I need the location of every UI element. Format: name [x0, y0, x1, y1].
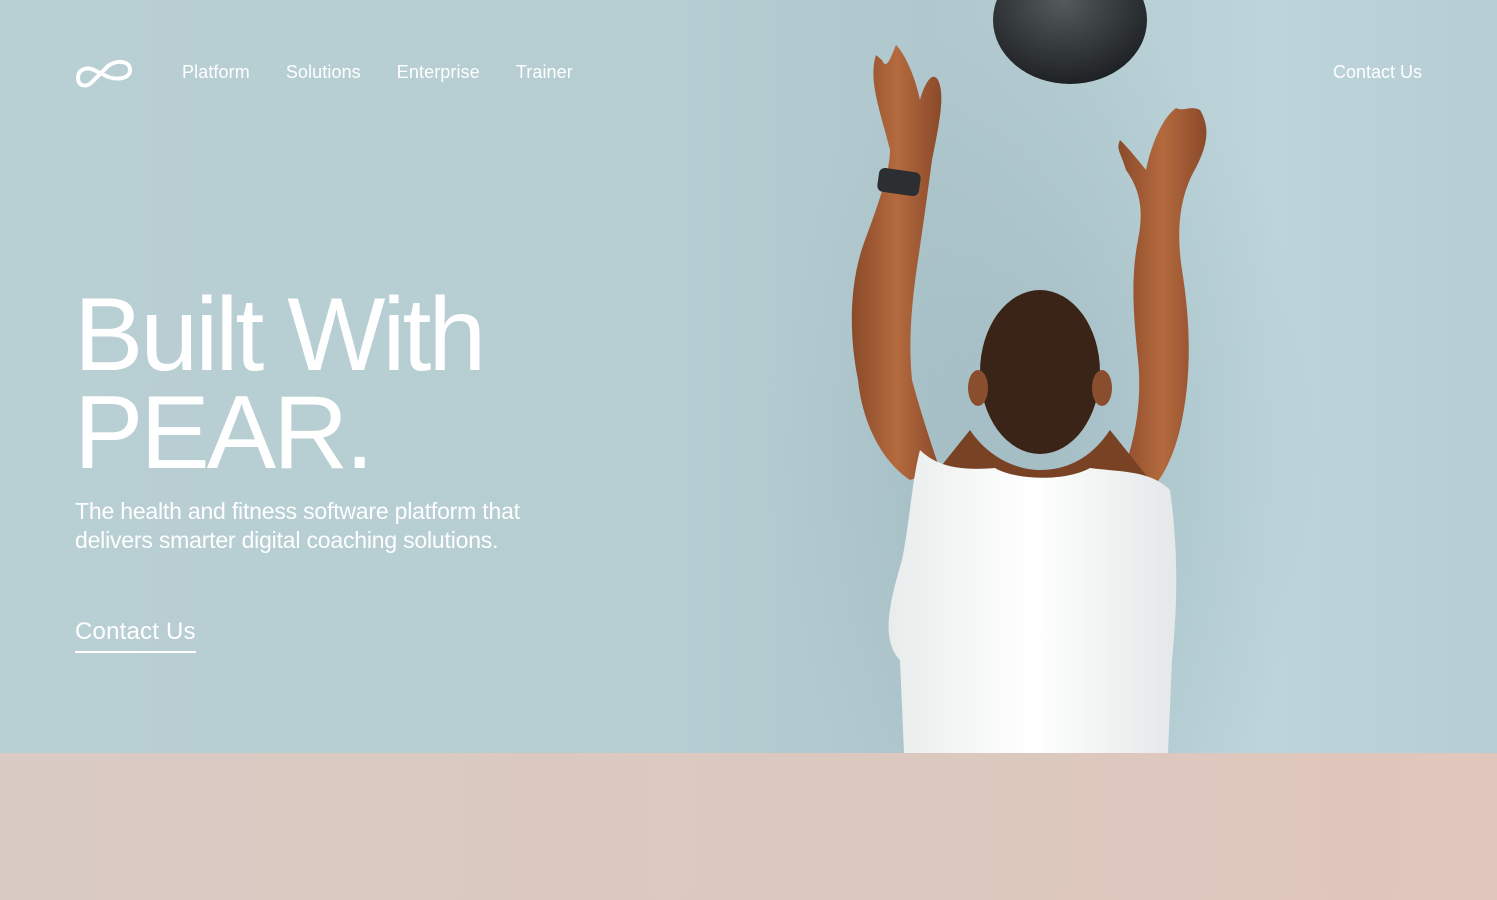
pear-logo-icon[interactable]	[74, 56, 134, 90]
nav-links: Platform Solutions Enterprise Trainer	[182, 62, 609, 83]
nav-link-solutions[interactable]: Solutions	[286, 62, 361, 83]
hero-subtitle: The health and fitness software platform…	[75, 498, 520, 553]
top-nav: Platform Solutions Enterprise Trainer Co…	[0, 0, 1497, 145]
hero-headline-line1: Built With	[74, 277, 486, 393]
page: Platform Solutions Enterprise Trainer Co…	[0, 0, 1497, 900]
right-arm-shape	[1118, 108, 1207, 500]
nav-link-trainer[interactable]: Trainer	[516, 62, 573, 83]
bottom-band	[0, 753, 1497, 900]
nav-link-enterprise[interactable]: Enterprise	[397, 62, 480, 83]
head-shape	[980, 290, 1100, 454]
hero-headline-line2: PEAR.	[74, 375, 374, 491]
nav-link-platform[interactable]: Platform	[182, 62, 250, 83]
nav-contact-link[interactable]: Contact Us	[1333, 62, 1422, 83]
hero-contact-button[interactable]: Contact Us	[75, 618, 196, 653]
hero-headline: Built With PEAR.	[74, 277, 634, 491]
shirt-shape	[888, 450, 1177, 753]
